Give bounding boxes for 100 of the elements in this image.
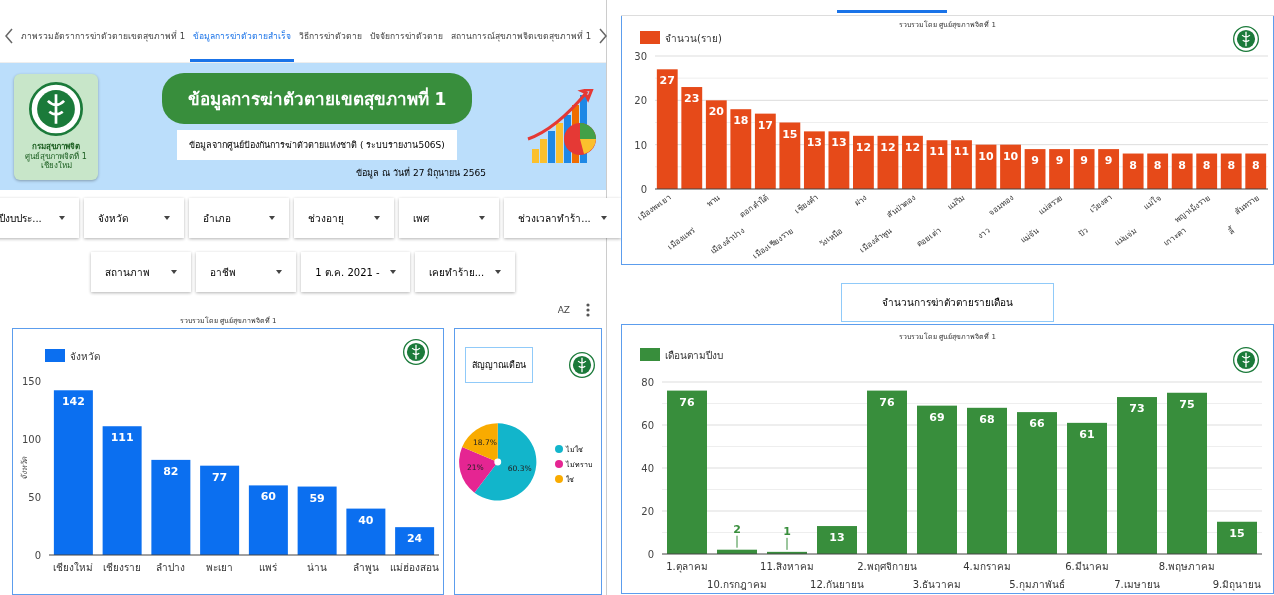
data-label: 15 bbox=[1229, 526, 1245, 540]
data-label: 2 bbox=[733, 522, 741, 536]
axis-tick-label: 0 bbox=[640, 184, 647, 195]
tab[interactable]: ภาพรวมอัตราการฆ่าตัวตายเขตสุขภาพที่ 1 bbox=[18, 10, 189, 62]
data-label: 73 bbox=[1129, 402, 1145, 416]
axis-label: ลำปาง bbox=[156, 562, 186, 573]
axis-label: 7.เมษายน bbox=[1114, 579, 1160, 590]
axis-label: 3.ธันวาคม bbox=[912, 579, 962, 590]
data-label: 9 bbox=[1055, 154, 1064, 168]
data-label: 9 bbox=[1104, 154, 1113, 168]
axis-tick-label: 40 bbox=[641, 463, 654, 474]
data-label: 15 bbox=[782, 127, 798, 141]
axis-tick-label: 80 bbox=[641, 377, 654, 388]
axis-label: ฝาง bbox=[852, 193, 869, 209]
axis-label: ปัว bbox=[1076, 226, 1090, 239]
axis-tick-label: 30 bbox=[634, 51, 647, 62]
axis-label: 8.พฤษภาคม bbox=[1158, 561, 1216, 572]
dropdown[interactable]: ปีงบประ... bbox=[0, 198, 80, 239]
legend-label: เดือนตามปีงบ bbox=[665, 350, 723, 361]
axis-label: 5.กุมภาพันธ์ bbox=[1009, 579, 1065, 590]
axis-label: น่าน bbox=[307, 562, 328, 573]
axis-tick-label: 60 bbox=[641, 420, 654, 431]
data-label: 27 bbox=[659, 74, 675, 88]
axis-tick-label: 150 bbox=[21, 376, 41, 387]
axis-label: 4.มกราคม bbox=[963, 561, 1011, 572]
axis-tick-label: 0 bbox=[34, 550, 41, 561]
axis-label: 6.มีนาคม bbox=[1065, 561, 1109, 572]
data-label: 77 bbox=[211, 470, 228, 484]
data-label: 8 bbox=[1129, 158, 1137, 172]
dropdown[interactable]: เคยทำร้าย... bbox=[414, 252, 515, 293]
data-label: 8 bbox=[1153, 158, 1162, 172]
axis-label: พาน bbox=[704, 193, 722, 209]
data-label: 60 bbox=[260, 490, 277, 504]
data-label: 18 bbox=[733, 114, 749, 128]
axis-label: 11.สิงหาคม bbox=[760, 561, 814, 572]
axis-tick-label: 50 bbox=[28, 492, 41, 503]
subtitle-box: ข้อมูลจากศูนย์ป้องกันการฆ่าตัวตายแห่งชาติ ( ระบบรายงาน506S) bbox=[177, 130, 457, 161]
data-label: 75 bbox=[1179, 397, 1195, 411]
data-label: 12 bbox=[904, 140, 921, 154]
date-text: ข้อมูล ณ วันที่ 27 มิถุนายน 2565 bbox=[356, 166, 486, 181]
data-label: 68 bbox=[979, 412, 995, 426]
dropdown[interactable]: ช่วงเวลาทำร้า... bbox=[504, 198, 621, 239]
axis-tick-label: 20 bbox=[641, 506, 654, 517]
axis-tick-label: 0 bbox=[647, 549, 654, 560]
dropdown[interactable]: เพศ bbox=[399, 198, 500, 239]
dropdown[interactable]: อำเภอ bbox=[189, 198, 290, 239]
data-label: 23 bbox=[684, 92, 700, 106]
chart-title: สัญญาณเตือน bbox=[465, 347, 534, 383]
axis-label: 10.กรกฎาคม bbox=[707, 579, 767, 590]
data-label: 13 bbox=[806, 136, 823, 150]
axis-tick-label: 20 bbox=[634, 95, 647, 107]
axis-label: 9.มิถุนายน bbox=[1212, 579, 1262, 590]
dropdown[interactable]: ช่วงอายุ bbox=[294, 198, 395, 239]
page-title: ข้อมูลการฆ่าตัวตายเขตสุขภาพที่ 1 bbox=[161, 73, 473, 125]
data-label: 66 bbox=[1029, 417, 1045, 431]
data-label: 10 bbox=[1002, 149, 1019, 163]
data-label: 10 bbox=[978, 149, 994, 163]
data-label: 13 bbox=[829, 531, 845, 545]
data-label: 13 bbox=[831, 136, 847, 150]
data-label: 76 bbox=[879, 395, 895, 409]
chart-title: จำนวนการฆ่าตัวตายรายเดือน bbox=[841, 283, 1054, 322]
data-label: 8 bbox=[1227, 158, 1236, 172]
data-label: 1 bbox=[783, 524, 791, 551]
dropdown[interactable]: จังหวัด bbox=[84, 198, 185, 239]
axis-label: 1.ตุลาคม bbox=[666, 561, 708, 572]
axis-label: เชียงราย bbox=[103, 562, 142, 573]
axis-tick-label: 100 bbox=[21, 434, 41, 445]
data-label: 11 bbox=[953, 145, 970, 159]
data-label: 82 bbox=[163, 464, 179, 478]
axis-label: แม่ฮ่องสอน bbox=[390, 562, 440, 573]
legend-label: จังหวัด bbox=[70, 351, 100, 362]
data-label: 9 bbox=[1031, 154, 1039, 168]
tab[interactable]: วิธีการฆ่าตัวตาย bbox=[296, 10, 366, 62]
data-label: 12 bbox=[880, 140, 896, 154]
data-label: 59 bbox=[309, 491, 325, 505]
axis-label: แพร่ bbox=[259, 562, 278, 573]
sort-button[interactable]: AZ bbox=[557, 305, 570, 316]
data-label: 17 bbox=[757, 118, 773, 132]
data-label: 2 bbox=[733, 522, 741, 549]
tab[interactable]: ปัจจัยการฆ่าตัวตาย bbox=[367, 10, 447, 62]
data-label: 69 bbox=[929, 410, 945, 424]
data-label: 8 bbox=[1178, 158, 1186, 172]
axis-label: งาว bbox=[976, 226, 992, 241]
data-label: 9 bbox=[1080, 154, 1088, 168]
data-label: 11 bbox=[929, 145, 945, 159]
data-label: 40 bbox=[358, 513, 374, 527]
dropdown[interactable]: สถานภาพ bbox=[91, 252, 192, 293]
tab[interactable]: สถานการณ์สุขภาพจิตเขตสุขภาพที่ 1 bbox=[448, 10, 595, 62]
logo-title: กรมสุขภาพจิต bbox=[32, 141, 80, 152]
data-label: 8 bbox=[1251, 158, 1260, 172]
axis-label: พะเยา bbox=[206, 562, 234, 573]
dropdown[interactable]: 1 ต.ค. 2021 - bbox=[301, 252, 410, 293]
data-label: 20 bbox=[708, 105, 724, 119]
axis-label: 2.พฤศจิกายน bbox=[857, 561, 917, 572]
axis-tick-label: 10 bbox=[634, 139, 647, 151]
data-label: 61 bbox=[1079, 427, 1095, 441]
data-label: 142 bbox=[61, 395, 85, 409]
axis-label: 12.กันยายน bbox=[810, 579, 864, 590]
dropdown[interactable]: อาชีพ bbox=[196, 252, 297, 293]
data-label: 8 bbox=[1202, 158, 1211, 172]
